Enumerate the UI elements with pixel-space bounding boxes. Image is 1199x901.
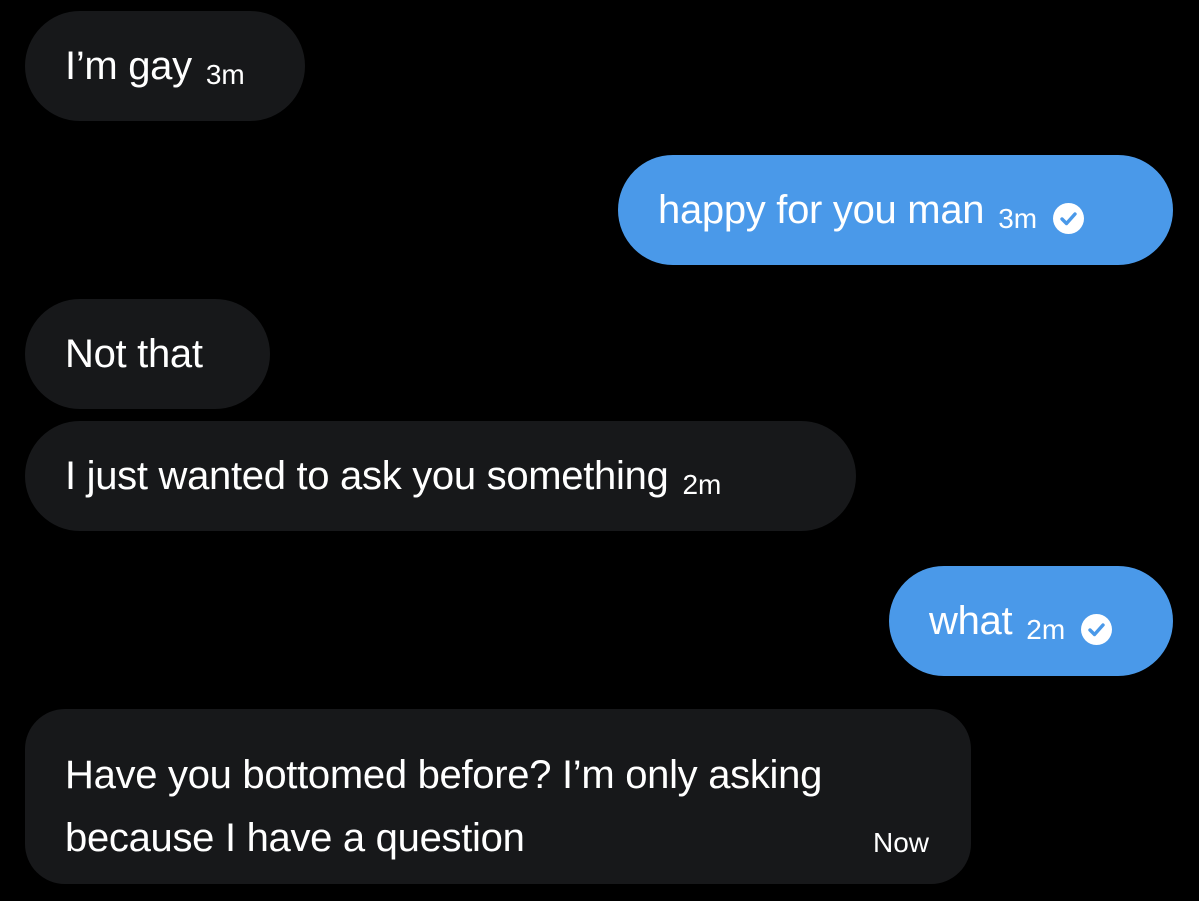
message-text-line: Have you bottomed before? I’m only askin… [65, 753, 823, 797]
message-text: Have you bottomed before? I’m only askin… [65, 744, 945, 870]
message-text: I just wanted to ask you something [65, 454, 669, 498]
message-bubble-sent[interactable]: happy for you man 3m [618, 155, 1173, 265]
message-text: I’m gay [65, 44, 192, 88]
message-bubble-received[interactable]: I just wanted to ask you something 2m [25, 421, 856, 531]
message-bubble-sent[interactable]: what 2m [889, 566, 1173, 676]
message-text: Not that [65, 332, 203, 376]
message-text-line: because I have a question [65, 816, 525, 860]
check-circle-icon [1081, 613, 1113, 645]
message-timestamp: 3m [205, 59, 245, 90]
message-timestamp: 2m [1026, 614, 1066, 645]
message-bubble-received[interactable]: I’m gay 3m [25, 11, 305, 121]
message-timestamp: 2m [682, 469, 722, 500]
message-bubble-received[interactable]: Not that [25, 299, 270, 409]
message-timestamp: Now [872, 827, 929, 858]
message-timestamp: 3m [998, 203, 1038, 234]
check-circle-icon [1053, 202, 1085, 234]
message-bubble-received[interactable]: Have you bottomed before? I’m only askin… [25, 709, 971, 884]
message-text: what [929, 599, 1013, 643]
message-text: happy for you man [658, 188, 985, 232]
